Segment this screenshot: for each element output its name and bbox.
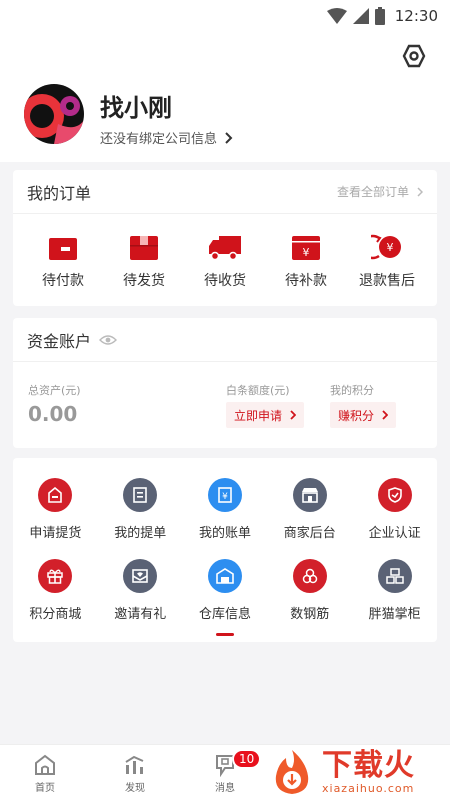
home-icon (35, 754, 55, 775)
service-label: 我的提单 (114, 526, 167, 541)
chevron-right-icon (225, 131, 233, 144)
earn-points-button[interactable]: 赚积分 (330, 402, 397, 428)
order-refund-aftersale[interactable]: ¥ 退款售后 (349, 232, 425, 290)
wifi-icon (326, 8, 347, 24)
svg-text:¥: ¥ (222, 492, 228, 502)
settings-hex-icon (402, 44, 426, 68)
orders-header: 我的订单 查看全部订单 (13, 170, 437, 214)
chevron-right-icon (382, 410, 389, 420)
service-label: 商家后台 (283, 526, 336, 541)
active-indicator (215, 633, 234, 636)
service-invite-gift[interactable]: 邀请有礼 (98, 559, 183, 622)
package-box-icon (130, 236, 158, 260)
refund-icon: ¥ (371, 234, 401, 260)
service-points-mall[interactable]: 积分商城 (13, 559, 98, 622)
order-pending-shipment[interactable]: 待发货 (106, 232, 182, 290)
service-label: 仓库信息 (198, 607, 251, 622)
service-label: 申请提货 (29, 526, 82, 541)
apply-credit-text: 立即申请 (234, 408, 283, 423)
service-merchant-backend[interactable]: 商家后台 (267, 478, 352, 541)
nav-messages[interactable]: 消息 10 (180, 745, 270, 800)
chevron-right-icon (417, 186, 423, 197)
clock: 12:30 (394, 7, 438, 25)
view-all-orders-link[interactable]: 查看全部订单 (337, 183, 423, 200)
order-item-label: 退款售后 (359, 273, 415, 289)
service-label: 邀请有礼 (114, 607, 167, 622)
order-pending-receipt[interactable]: 待收货 (187, 232, 263, 290)
credit-limit-label: 白条额度(元) (226, 384, 290, 397)
user-name: 找小刚 (100, 94, 172, 122)
bill-of-lading-icon (123, 478, 158, 512)
account-title: 资金账户 (27, 331, 92, 351)
funds-account-card: 资金账户 总资产(元) 0.00 白条额度(元) 立即申请 我的积分 赚积分 (13, 318, 437, 448)
service-label: 积分商城 (29, 607, 82, 622)
wallet-icon (49, 238, 77, 260)
services-card: 申请提货 我的提单 ¥ 我的账单 商家后台 企业认证 积分商城 邀请有礼 仓库信… (13, 458, 437, 642)
boxes-icon (377, 559, 412, 593)
service-apply-pickup[interactable]: 申请提货 (13, 478, 98, 541)
watermark-main-text: 下载火 (322, 747, 415, 783)
order-item-label: 待补款 (285, 273, 327, 289)
order-item-label: 待收货 (204, 273, 246, 289)
storefront-icon (292, 478, 327, 512)
service-warehouse-info[interactable]: 仓库信息 (183, 559, 268, 636)
service-enterprise-certification[interactable]: 企业认证 (352, 478, 437, 541)
battery-icon (374, 7, 385, 25)
watermark-sub-text: xiazaihuo.com (322, 781, 415, 795)
order-pending-topup[interactable]: ¥ 待补款 (268, 232, 344, 290)
view-all-orders-text: 查看全部订单 (336, 185, 409, 199)
my-points-label: 我的积分 (330, 384, 374, 397)
orders-card: 我的订单 查看全部订单 待付款 待发货 待收货 ¥ 待补款 ¥ 退款售后 (13, 170, 437, 306)
company-hint-text: 还没有绑定公司信息 (100, 132, 218, 147)
service-label: 胖猫掌柜 (368, 607, 421, 622)
eye-icon[interactable] (99, 334, 118, 346)
rebar-count-icon (292, 559, 327, 593)
nav-discover[interactable]: 发现 (90, 745, 180, 800)
service-my-bills[interactable]: ¥ 我的账单 (183, 478, 268, 541)
bill-icon: ¥ (207, 478, 242, 512)
orders-title: 我的订单 (27, 183, 92, 203)
service-label: 我的账单 (198, 526, 251, 541)
shield-check-icon (377, 478, 412, 512)
status-bar: 12:30 (0, 0, 450, 32)
chevron-right-icon (290, 410, 297, 420)
cell-signal-icon (352, 8, 369, 24)
account-header: 资金账户 (13, 318, 437, 362)
flame-download-icon (275, 750, 309, 794)
nav-home[interactable]: 首页 (0, 745, 90, 800)
service-count-rebar[interactable]: 数钢筋 (267, 559, 352, 622)
service-my-bills-of-lading[interactable]: 我的提单 (98, 478, 183, 541)
earn-points-text: 赚积分 (338, 408, 375, 423)
gift-icon (38, 559, 73, 593)
order-pending-payment[interactable]: 待付款 (25, 232, 101, 290)
warehouse-icon (207, 559, 242, 593)
nav-label: 消息 (215, 783, 235, 794)
apply-credit-button[interactable]: 立即申请 (226, 402, 305, 428)
total-assets-value: 0.00 (28, 402, 78, 426)
profile-header: 找小刚 还没有绑定公司信息 (0, 32, 450, 162)
pickup-request-icon (38, 478, 73, 512)
settings-button[interactable] (400, 42, 428, 70)
invite-envelope-icon (123, 559, 158, 593)
order-item-label: 待发货 (123, 273, 165, 289)
svg-text:¥: ¥ (303, 246, 310, 259)
service-pangmao-manager[interactable]: 胖猫掌柜 (352, 559, 437, 622)
nav-label: 首页 (35, 783, 55, 794)
discover-icon (125, 755, 144, 774)
order-item-label: 待付款 (42, 273, 84, 289)
delivery-truck-icon (209, 236, 241, 260)
service-label: 企业认证 (368, 526, 421, 541)
svg-text:¥: ¥ (387, 241, 394, 254)
nav-label: 发现 (125, 783, 145, 794)
avatar[interactable] (24, 84, 84, 144)
payment-card-icon: ¥ (292, 236, 320, 260)
service-label: 数钢筋 (290, 607, 330, 622)
bind-company-link[interactable]: 还没有绑定公司信息 (100, 128, 233, 147)
avatar-image (24, 84, 84, 144)
watermark-logo: 下载火 xiazaihuo.com (266, 744, 450, 800)
unread-badge: 10 (232, 749, 262, 769)
total-assets-label: 总资产(元) (28, 384, 81, 397)
